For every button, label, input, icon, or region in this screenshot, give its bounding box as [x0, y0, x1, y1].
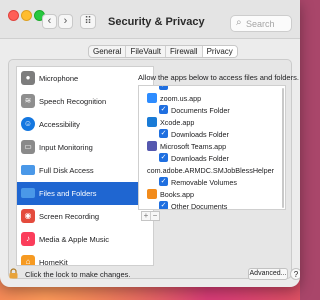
permission-row: ✓ Downloads Folder — [139, 152, 285, 164]
home-icon: ⌂ — [21, 255, 35, 265]
music-icon: ♪ — [21, 232, 35, 246]
grid-icon: ⠿ — [84, 16, 92, 27]
help-button[interactable]: ? — [290, 268, 300, 280]
tab-firewall[interactable]: Firewall — [166, 46, 203, 57]
back-button[interactable]: ‹ — [42, 14, 57, 29]
zoom-app-icon — [147, 93, 157, 103]
access-description: Allow the apps below to access files and… — [138, 73, 299, 82]
search-input[interactable] — [246, 17, 290, 30]
category-media-apple-music[interactable]: ♪ Media & Apple Music — [17, 228, 153, 251]
add-remove-control: + − — [141, 211, 160, 221]
speech-recognition-icon: ≋ — [21, 94, 35, 108]
category-microphone[interactable]: ● Microphone — [17, 67, 153, 90]
folder-icon — [21, 186, 35, 200]
permission-label: Documents Folder — [171, 106, 230, 115]
app-name: com.adobe.ARMDC.SMJobBlessHelper — [147, 166, 275, 175]
chevron-left-icon: ‹ — [47, 15, 52, 27]
category-accessibility[interactable]: ☺ Accessibility — [17, 113, 153, 136]
search-icon: ⌕ — [236, 17, 242, 28]
category-files-and-folders[interactable]: Files and Folders — [17, 182, 153, 205]
category-homekit[interactable]: ⌂ HomeKit — [17, 251, 153, 266]
list-item: ✓ — [139, 86, 285, 92]
permission-row: ✓ Removable Volumes — [139, 176, 285, 188]
category-label: Input Monitoring — [39, 143, 93, 152]
search-field[interactable]: ⌕ — [230, 15, 292, 32]
permission-label: Other Documents — [171, 202, 228, 210]
lock-message: Click the lock to make changes. — [25, 270, 131, 279]
app-row-adobe-helper[interactable]: com.adobe.ARMDC.SMJobBlessHelper — [139, 164, 285, 176]
category-speech-recognition[interactable]: ≋ Speech Recognition — [17, 90, 153, 113]
app-name: Xcode.app — [160, 118, 195, 127]
permission-row: ✓ Downloads Folder — [139, 128, 285, 140]
category-input-monitoring[interactable]: ▭ Input Monitoring — [17, 136, 153, 159]
category-label: Files and Folders — [39, 189, 97, 198]
documents-folder-checkbox[interactable]: ✓ — [159, 105, 168, 114]
permission-label: Downloads Folder — [171, 130, 229, 139]
permission-label: Downloads Folder — [171, 154, 229, 163]
category-label: Screen Recording — [39, 212, 100, 221]
checkbox[interactable]: ✓ — [159, 86, 168, 90]
category-label: HomeKit — [39, 258, 68, 266]
screen-recording-icon: ◉ — [21, 209, 35, 223]
app-row-zoom[interactable]: zoom.us.app — [139, 92, 285, 104]
app-name: Books.app — [160, 190, 194, 199]
tab-filevault[interactable]: FileVault — [126, 46, 166, 57]
microphone-icon: ● — [21, 71, 35, 85]
other-documents-checkbox[interactable]: ✓ — [159, 201, 168, 209]
teams-app-icon — [147, 141, 157, 151]
tab-bar: General FileVault Firewall Privacy — [88, 45, 238, 58]
app-row-microsoft-teams[interactable]: Microsoft Teams.app — [139, 140, 285, 152]
category-label: Microphone — [39, 74, 79, 83]
xcode-app-icon — [147, 117, 157, 127]
tab-general[interactable]: General — [89, 46, 127, 57]
app-row-xcode[interactable]: Xcode.app — [139, 116, 285, 128]
category-label: Media & Apple Music — [39, 235, 110, 244]
title-bar: ‹ › ⠿ Security & Privacy ⌕ — [0, 0, 300, 39]
category-label: Accessibility — [39, 120, 80, 129]
category-full-disk-access[interactable]: Full Disk Access — [17, 159, 153, 182]
show-all-preferences-button[interactable]: ⠿ — [80, 14, 96, 29]
category-label: Full Disk Access — [39, 166, 94, 175]
downloads-folder-checkbox[interactable]: ✓ — [159, 129, 168, 138]
tab-privacy[interactable]: Privacy — [202, 46, 237, 57]
advanced-button[interactable]: Advanced... — [248, 268, 288, 280]
accessibility-icon: ☺ — [21, 117, 35, 131]
lock-icon[interactable] — [9, 268, 18, 279]
remove-app-button[interactable]: − — [151, 212, 159, 220]
downloads-folder-checkbox[interactable]: ✓ — [159, 153, 168, 162]
folder-icon — [21, 163, 35, 177]
app-permissions-list: ✓ zoom.us.app ✓ Documents Folder Xcode.a… — [138, 85, 286, 210]
removable-volumes-checkbox[interactable]: ✓ — [159, 177, 168, 186]
privacy-category-list: ● Microphone ≋ Speech Recognition ☺ Acce… — [16, 66, 154, 266]
window-title: Security & Privacy — [108, 16, 205, 28]
app-row-books[interactable]: Books.app — [139, 188, 285, 200]
close-window-button[interactable] — [8, 10, 19, 21]
books-app-icon — [147, 189, 157, 199]
app-list-scrollbar[interactable] — [282, 88, 284, 208]
permission-label: Removable Volumes — [171, 178, 237, 187]
keyboard-icon: ▭ — [21, 140, 35, 154]
category-label: Speech Recognition — [39, 97, 107, 106]
add-app-button[interactable]: + — [142, 212, 151, 220]
forward-button[interactable]: › — [58, 14, 73, 29]
permission-row: ✓ Other Documents — [139, 200, 285, 210]
permission-row: ✓ Documents Folder — [139, 104, 285, 116]
app-name: Microsoft Teams.app — [160, 142, 227, 151]
minimize-window-button[interactable] — [21, 10, 32, 21]
app-name: zoom.us.app — [160, 94, 202, 103]
security-privacy-window: ‹ › ⠿ Security & Privacy ⌕ General FileV… — [0, 0, 300, 287]
chevron-right-icon: › — [63, 15, 68, 27]
category-screen-recording[interactable]: ◉ Screen Recording — [17, 205, 153, 228]
